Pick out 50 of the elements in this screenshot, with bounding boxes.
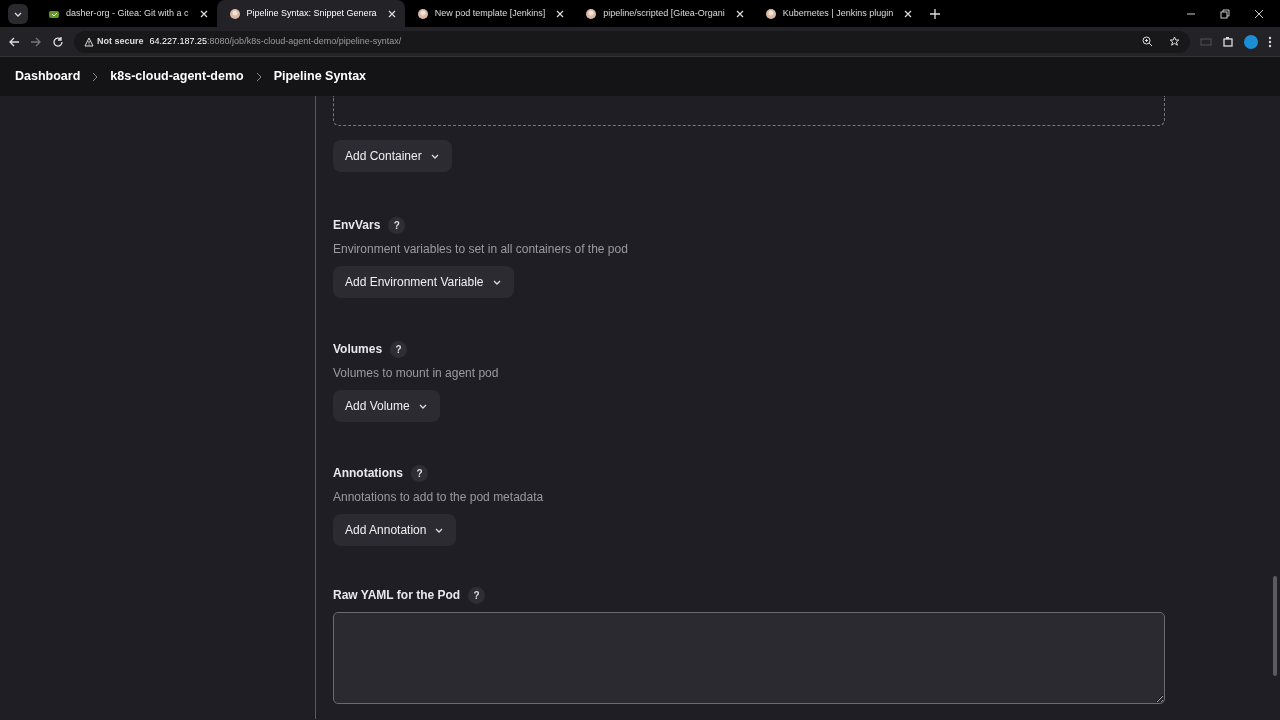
close-icon[interactable] — [386, 8, 397, 19]
breadcrumb-link[interactable]: k8s-cloud-agent-demo — [110, 67, 244, 86]
reload-icon[interactable] — [52, 35, 64, 48]
butler-icon — [764, 7, 777, 20]
field-label: EnvVars — [333, 217, 381, 234]
dropdown-button[interactable]: Add Container — [333, 140, 452, 172]
dropdown-button[interactable]: Add Environment Variable — [333, 266, 514, 298]
browser-tab[interactable]: Pipeline Syntax: Snippet Genera — [216, 0, 405, 27]
close-icon[interactable] — [903, 8, 914, 19]
field-label: Volumes — [333, 341, 383, 358]
chevron-right-icon — [92, 71, 99, 82]
restore-icon[interactable] — [1220, 8, 1230, 19]
close-icon[interactable] — [198, 8, 209, 19]
browser-tab[interactable]: pipeline/scripted [Gitea-Organi — [573, 0, 753, 27]
browser-tab[interactable]: Kubernetes | Jenkins plugin — [752, 0, 922, 27]
security-indicator[interactable]: Not secure — [84, 34, 144, 49]
close-icon[interactable] — [734, 8, 745, 19]
butler-icon — [228, 7, 241, 20]
field-description: Volumes to mount in agent pod — [333, 365, 500, 382]
close-icon[interactable] — [1254, 8, 1264, 19]
warning-icon — [84, 36, 94, 47]
butler-icon — [585, 7, 598, 20]
zoom-icon[interactable] — [1142, 36, 1153, 47]
field-label: Raw YAML for the Pod — [333, 587, 461, 604]
close-icon[interactable] — [555, 8, 566, 19]
new-tab-icon[interactable] — [929, 7, 942, 20]
dropdown-button[interactable]: Add Volume — [333, 390, 440, 422]
profile-avatar-icon[interactable] — [1244, 34, 1258, 49]
more-menu-icon[interactable] — [1268, 35, 1272, 48]
help-button[interactable]: ? — [468, 586, 486, 604]
star-icon[interactable] — [1169, 36, 1180, 47]
browser-tab[interactable]: New pod template [Jenkins] — [404, 0, 574, 27]
breadcrumb-link[interactable]: Dashboard — [15, 67, 81, 86]
help-button[interactable]: ? — [390, 340, 408, 358]
field-description: Environment variables to set in all containers of the pod — [333, 241, 629, 258]
help-button[interactable]: ? — [388, 216, 406, 234]
browser-tab[interactable]: dasher-org - Gitea: Git with a c — [36, 0, 217, 27]
field-description: Annotations to add to the pod metadata — [333, 489, 545, 506]
help-button[interactable]: ? — [411, 464, 428, 482]
field-label: Annotations — [333, 465, 403, 482]
back-icon[interactable] — [8, 35, 20, 48]
butler-icon — [416, 7, 429, 20]
breadcrumb-link[interactable]: Pipeline Syntax — [273, 67, 367, 86]
puzzle-icon[interactable] — [1222, 35, 1234, 48]
chevron-right-icon — [255, 71, 262, 82]
url-text[interactable]: 64.227.187.25:8080/job/k8s-cloud-agent-demo/pipeline-syntax/ — [149, 34, 402, 49]
dropdown-button[interactable]: Add Annotation — [333, 514, 457, 546]
forward-icon[interactable] — [30, 35, 42, 48]
tab-list-icon[interactable] — [8, 3, 28, 24]
yaml-text-area[interactable] — [333, 612, 1165, 704]
